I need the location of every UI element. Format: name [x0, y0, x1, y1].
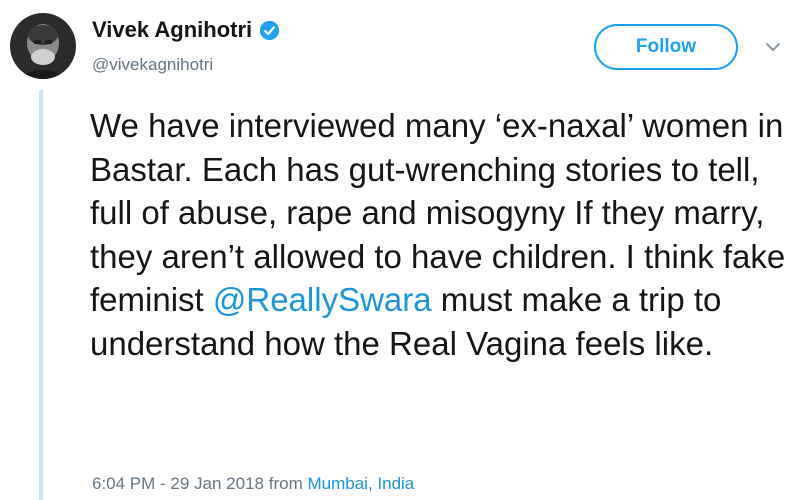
tweet-text: We have interviewed many ‘ex-naxal’ wome… [90, 104, 794, 365]
tweet-timestamp[interactable]: 6:04 PM - 29 Jan 2018 [92, 474, 264, 493]
location-link[interactable]: Mumbai, India [307, 474, 414, 493]
author-handle[interactable]: @vivekagnihotri [92, 55, 213, 75]
avatar[interactable] [10, 13, 76, 79]
from-label: from [268, 474, 303, 493]
mention-link[interactable]: @ReallySwara [213, 281, 432, 318]
author-name-row: Vivek Agnihotri [92, 17, 280, 43]
avatar-image [10, 13, 76, 79]
chevron-down-icon[interactable] [762, 36, 784, 58]
thread-line [39, 90, 43, 500]
verified-badge-icon [259, 20, 280, 41]
tweet-meta: 6:04 PM - 29 Jan 2018 from Mumbai, India [92, 474, 414, 494]
author-display-name[interactable]: Vivek Agnihotri [92, 17, 252, 43]
follow-button[interactable]: Follow [594, 24, 738, 70]
